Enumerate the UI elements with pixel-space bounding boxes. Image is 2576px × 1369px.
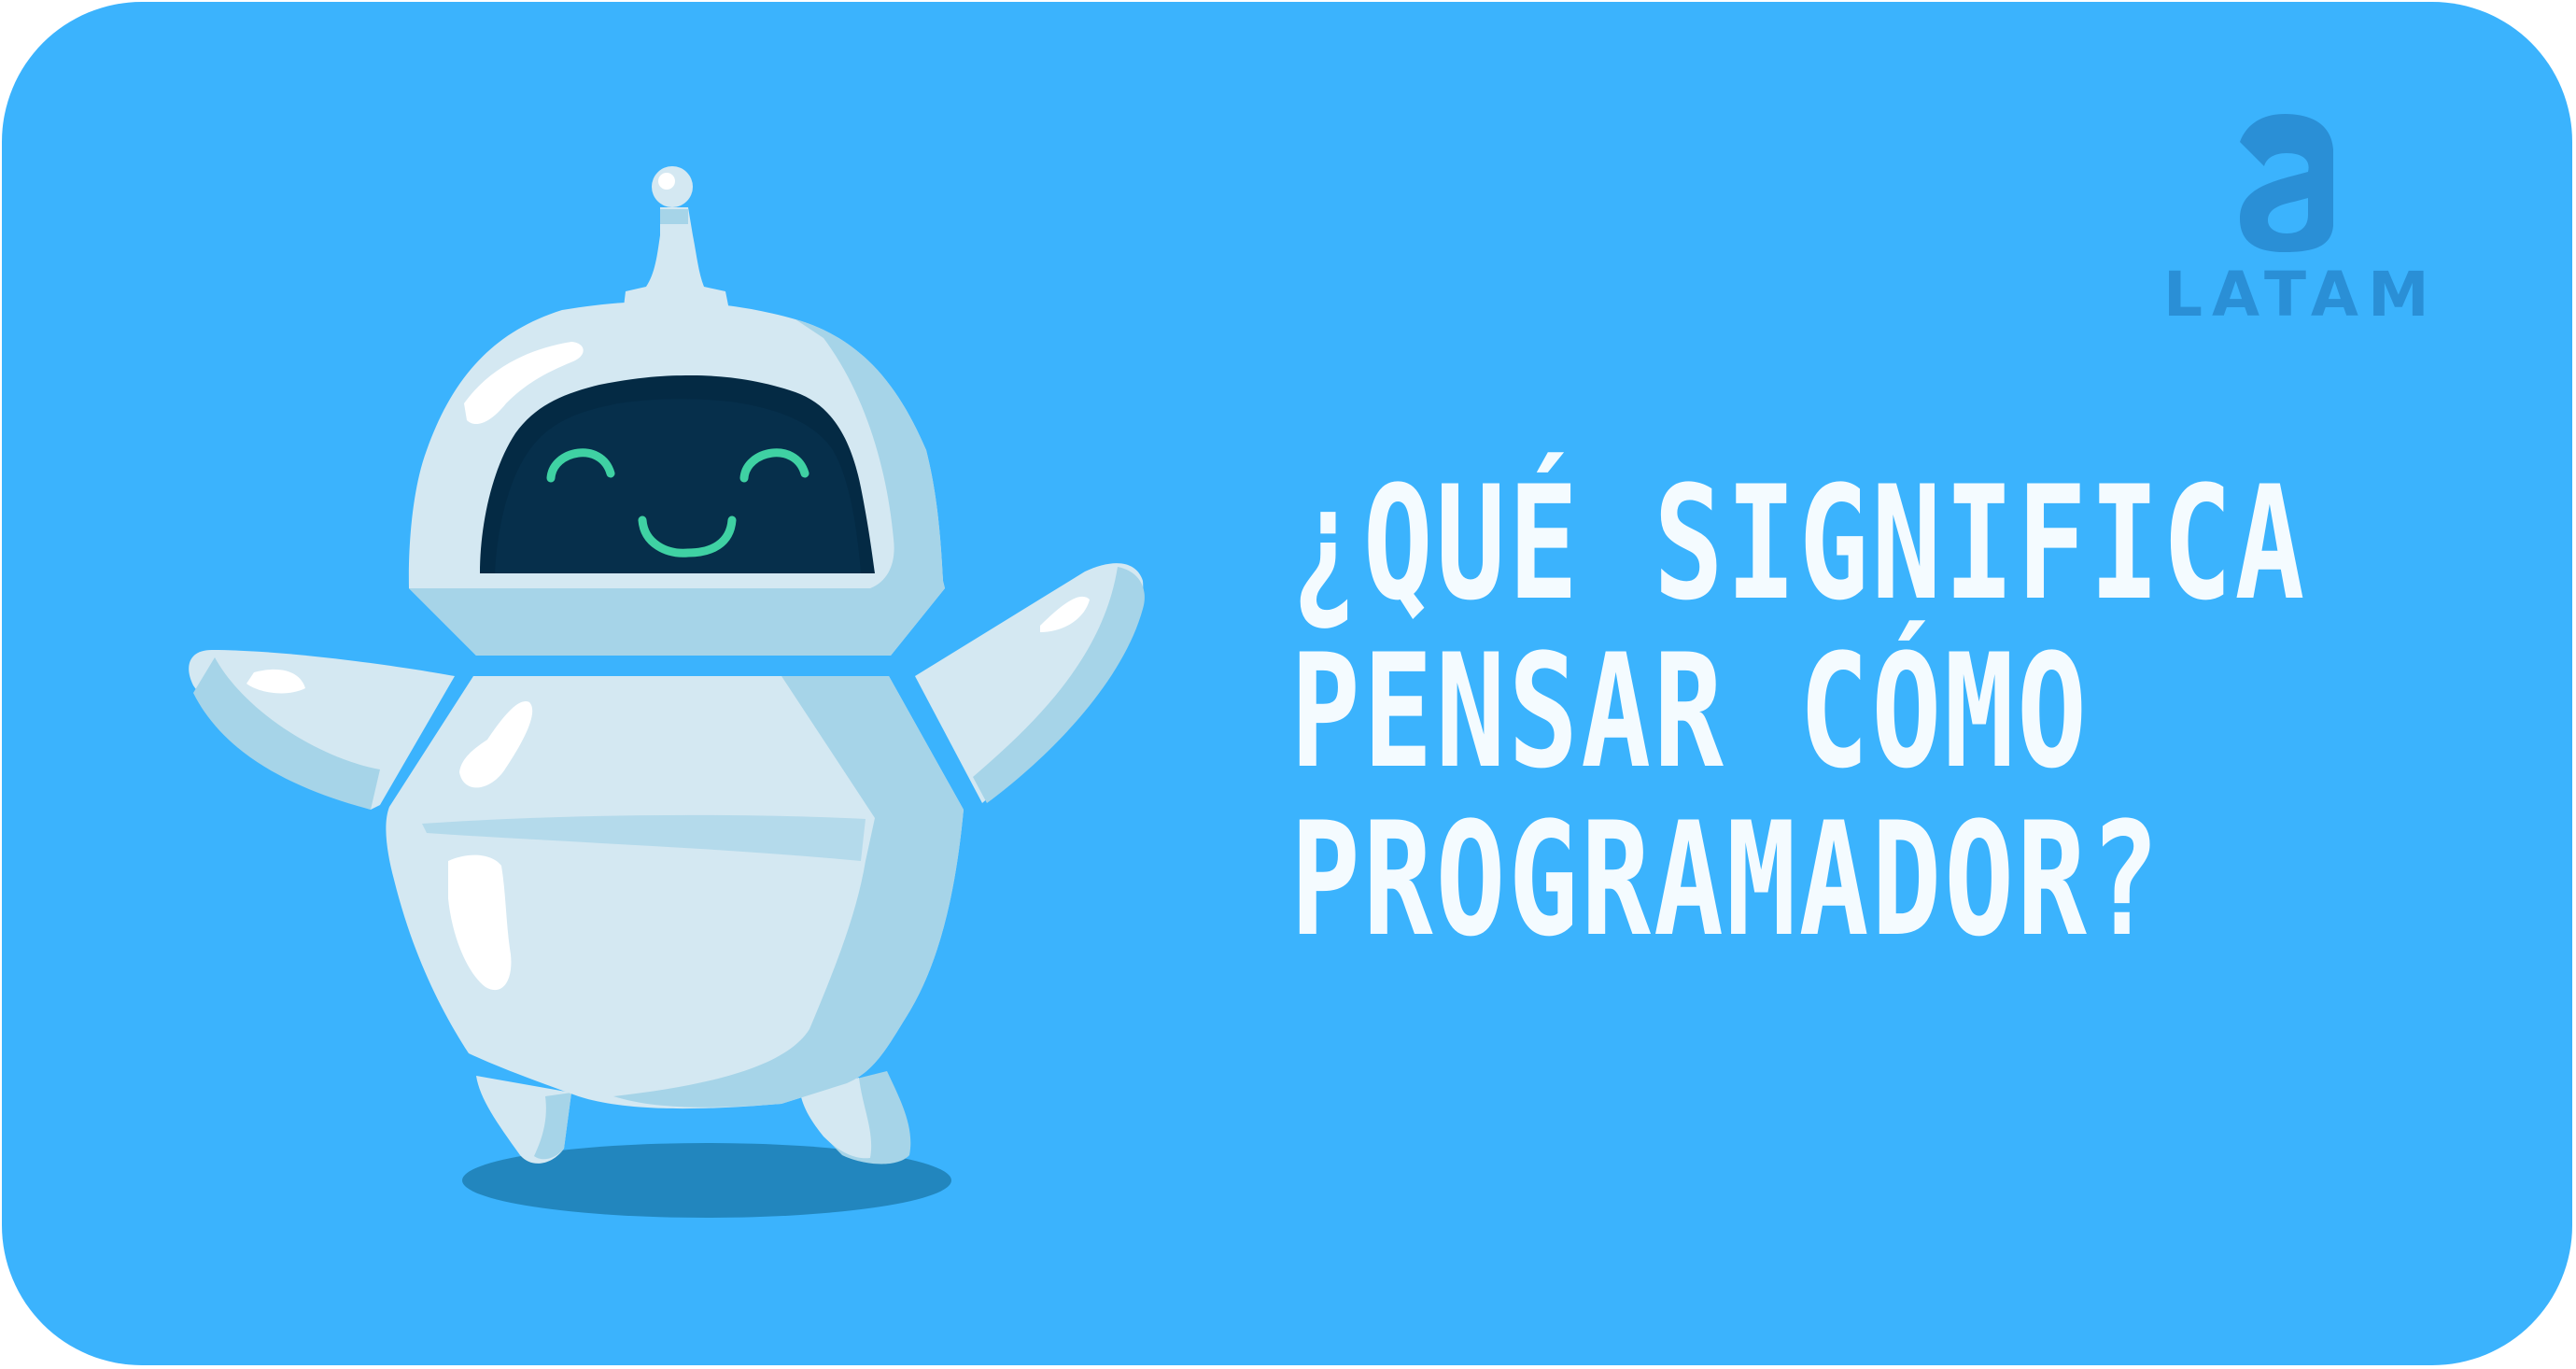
logo-text: LATAM [2163, 259, 2439, 331]
robot-right-arm [915, 563, 1145, 803]
logo-letter-icon [2240, 114, 2333, 252]
brand-logo: LATAM [2163, 105, 2439, 338]
banner-card: LATAM ¿QUÉ SIGNIFICA PENSAR CÓMO PROGRAM… [2, 2, 2572, 1365]
headline-line-3: PROGRAMADOR? [1290, 788, 2162, 971]
headline: ¿QUÉ SIGNIFICA PENSAR CÓMO PROGRAMADOR? [1290, 452, 2308, 971]
robot-body [386, 676, 964, 1109]
headline-line-1: ¿QUÉ SIGNIFICA [1290, 452, 2308, 635]
headline-line-2: PENSAR CÓMO [1290, 620, 2090, 803]
robot-illustration [189, 166, 1145, 1218]
